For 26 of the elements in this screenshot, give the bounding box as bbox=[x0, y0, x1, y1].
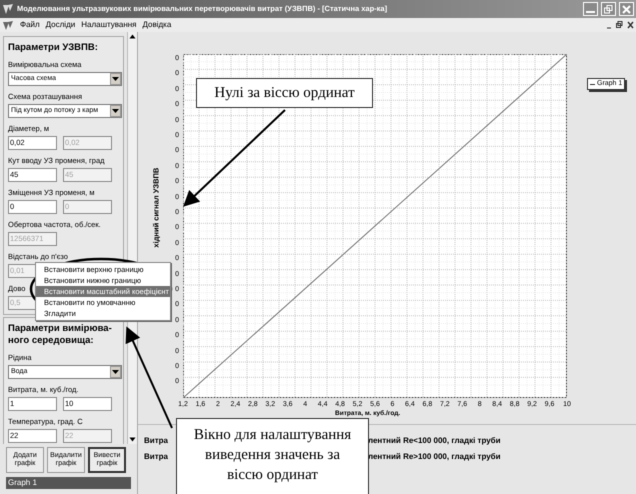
menu-item[interactable]: Налаштування bbox=[81, 19, 137, 31]
close-button[interactable] bbox=[619, 2, 634, 16]
result-text: Витра bbox=[144, 435, 168, 447]
dropdown-caret-icon bbox=[110, 73, 121, 85]
minimize-icon bbox=[586, 10, 595, 12]
menu-item[interactable]: Довідка bbox=[142, 19, 172, 31]
result-text: лентний Re>100 000, гладкі труби bbox=[368, 451, 501, 463]
mdi-window-controls-icon[interactable] bbox=[606, 21, 634, 29]
app-icon bbox=[2, 3, 14, 15]
callout-text: Вікно для налаштування виведення значень за віссю ординат bbox=[192, 426, 352, 485]
legend-line-icon bbox=[590, 82, 595, 86]
minimize-button[interactable] bbox=[583, 2, 598, 16]
panel-title: Параметри вимірюва-ного середовища: bbox=[8, 323, 113, 347]
maximize-icon bbox=[604, 4, 613, 14]
panel-title: Параметри УЗВПВ: bbox=[8, 42, 99, 54]
maximize-button[interactable] bbox=[601, 2, 616, 16]
close-icon bbox=[622, 4, 631, 14]
menu-item[interactable]: Досліди bbox=[46, 19, 76, 31]
scroll-down-icon[interactable] bbox=[128, 435, 137, 444]
dropdown-caret-icon bbox=[110, 366, 121, 378]
dropdown-caret-icon bbox=[110, 105, 121, 117]
result-text: лентний Re<100 000, гладкі труби bbox=[368, 435, 501, 447]
graph-list-item[interactable]: Graph 1 bbox=[6, 477, 131, 489]
result-text: Витра bbox=[144, 451, 168, 463]
callout-text: Нулі за віссю ординат bbox=[214, 84, 355, 103]
menu-item[interactable]: Файл bbox=[20, 19, 40, 31]
